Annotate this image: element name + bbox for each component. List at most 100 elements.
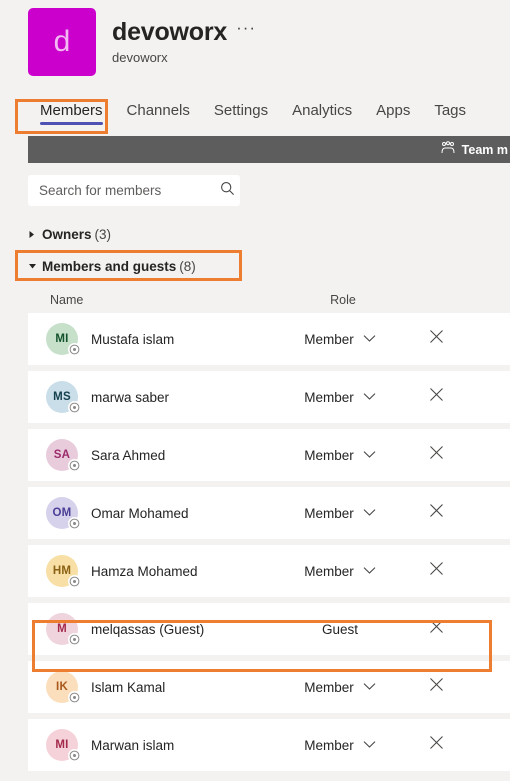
members-table: Name Role MI Mustafa islam Member MS marwa s…: [28, 286, 510, 777]
table-row[interactable]: MI Marwan islam Member: [28, 719, 510, 771]
tab-tags[interactable]: Tags: [422, 102, 478, 127]
presence-offline-icon: [68, 459, 81, 472]
member-role-cell[interactable]: Member: [274, 678, 406, 696]
tab-bar: Members Channels Settings Analytics Apps…: [28, 102, 478, 127]
member-role-cell[interactable]: Member: [274, 504, 406, 522]
role-label: Member: [304, 505, 354, 521]
role-label: Member: [304, 563, 354, 579]
members-list: MI Mustafa islam Member MS marwa saber Member…: [28, 313, 510, 771]
remove-member-cell: [406, 387, 466, 407]
table-row[interactable]: MS marwa saber Member: [28, 371, 510, 423]
member-name-cell: HM Hamza Mohamed: [46, 555, 274, 588]
member-name: marwa saber: [91, 389, 170, 405]
team-members-button[interactable]: Team m: [440, 141, 508, 158]
chevron-down-icon[interactable]: [363, 562, 376, 580]
command-bar: Team m: [28, 136, 510, 163]
avatar: M: [46, 613, 81, 646]
remove-member-cell: [406, 677, 466, 697]
close-icon[interactable]: [429, 503, 444, 523]
member-role-cell: Guest: [274, 622, 406, 637]
avatar: MI: [46, 323, 81, 356]
role-label: Member: [304, 737, 354, 753]
tab-analytics[interactable]: Analytics: [280, 102, 364, 127]
member-name-cell: SA Sara Ahmed: [46, 439, 274, 472]
role-dropdown[interactable]: Member: [304, 446, 376, 464]
team-subtitle: devoworx: [112, 50, 168, 65]
member-role-cell[interactable]: Member: [274, 330, 406, 348]
avatar: OM: [46, 497, 81, 530]
presence-offline-icon: [68, 343, 81, 356]
member-role-cell[interactable]: Member: [274, 446, 406, 464]
tab-tags-label: Tags: [434, 102, 467, 119]
search-box[interactable]: [28, 175, 240, 206]
close-icon[interactable]: [429, 329, 444, 349]
member-name: Marwan islam: [91, 737, 175, 753]
avatar: HM: [46, 555, 81, 588]
close-icon[interactable]: [429, 561, 444, 581]
role-dropdown[interactable]: Member: [304, 736, 376, 754]
chevron-down-icon[interactable]: [363, 330, 376, 348]
table-row[interactable]: OM Omar Mohamed Member: [28, 487, 510, 539]
team-meta: devoworx ··· devoworx: [112, 8, 256, 65]
role-label: Member: [304, 447, 354, 463]
table-row[interactable]: MI Mustafa islam Member: [28, 313, 510, 365]
chevron-right-icon[interactable]: [28, 230, 42, 239]
remove-member-cell: [406, 735, 466, 755]
team-header: d devoworx ··· devoworx: [0, 0, 510, 76]
member-name: Mustafa islam: [91, 331, 175, 347]
close-icon[interactable]: [429, 445, 444, 465]
presence-offline-icon: [68, 401, 81, 414]
close-icon[interactable]: [429, 619, 444, 639]
close-icon[interactable]: [429, 735, 444, 755]
search-icon[interactable]: [220, 181, 235, 201]
close-icon[interactable]: [429, 387, 444, 407]
table-row[interactable]: SA Sara Ahmed Member: [28, 429, 510, 481]
presence-offline-icon: [68, 633, 81, 646]
group-header-owners[interactable]: Owners (3): [28, 223, 111, 245]
role-dropdown[interactable]: Member: [304, 562, 376, 580]
table-row[interactable]: HM Hamza Mohamed Member: [28, 545, 510, 597]
tab-apps[interactable]: Apps: [364, 102, 422, 127]
member-name-cell: MI Mustafa islam: [46, 323, 274, 356]
team-avatar-initial: d: [53, 25, 71, 58]
group-members-label: Members and guests: [42, 258, 177, 274]
member-name-cell: MI Marwan islam: [46, 729, 274, 762]
role-label: Member: [304, 331, 354, 347]
member-role-cell[interactable]: Member: [274, 736, 406, 754]
group-header-members-and-guests[interactable]: Members and guests (8): [28, 255, 196, 277]
chevron-down-icon[interactable]: [363, 388, 376, 406]
table-row[interactable]: Mmelqassas (Guest) Guest: [28, 603, 510, 655]
group-owners-label: Owners: [42, 226, 92, 242]
role-label: Guest: [321, 621, 359, 637]
more-options-icon[interactable]: ···: [236, 19, 256, 43]
member-role-cell[interactable]: Member: [274, 388, 406, 406]
chevron-down-icon[interactable]: [363, 736, 376, 754]
table-header-row: Name Role: [28, 286, 510, 313]
chevron-down-icon[interactable]: [363, 504, 376, 522]
role-label: Member: [304, 389, 354, 405]
member-name: melqassas (Guest): [91, 621, 205, 637]
search-input[interactable]: [39, 183, 216, 198]
chevron-down-icon[interactable]: [363, 446, 376, 464]
chevron-down-icon[interactable]: [28, 262, 42, 270]
remove-member-cell: [406, 503, 466, 523]
role-dropdown[interactable]: Member: [304, 504, 376, 522]
member-name: Islam Kamal: [91, 679, 166, 695]
chevron-down-icon[interactable]: [363, 678, 376, 696]
tab-settings[interactable]: Settings: [202, 102, 280, 127]
close-icon[interactable]: [429, 677, 444, 697]
member-role-cell[interactable]: Member: [274, 562, 406, 580]
tab-members[interactable]: Members: [28, 102, 115, 127]
role-dropdown[interactable]: Member: [304, 388, 376, 406]
table-row[interactable]: IK Islam Kamal Member: [28, 661, 510, 713]
tab-apps-label: Apps: [376, 102, 411, 119]
role-dropdown[interactable]: Member: [304, 678, 376, 696]
role-dropdown[interactable]: Member: [304, 330, 376, 348]
avatar: MI: [46, 729, 81, 762]
tab-channels-label: Channels: [126, 102, 190, 119]
tab-channels[interactable]: Channels: [115, 102, 202, 127]
tab-settings-label: Settings: [213, 102, 269, 119]
tab-active-underline: [40, 122, 103, 125]
role-label: Member: [304, 679, 354, 695]
team-title-row: devoworx ···: [112, 18, 256, 47]
